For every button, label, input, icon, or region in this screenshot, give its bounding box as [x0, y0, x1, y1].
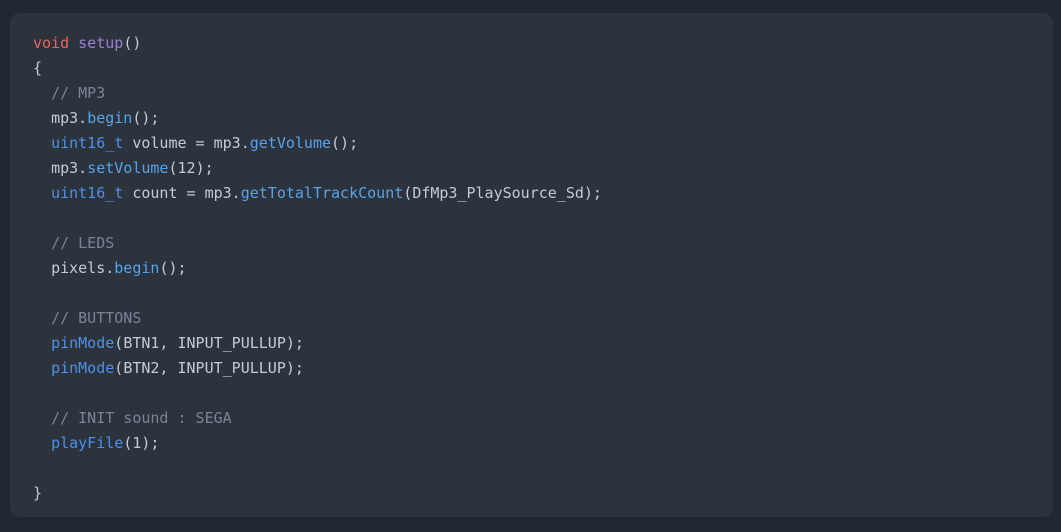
code-token-comment: // LEDS: [51, 234, 115, 252]
code-token-plain: volume = mp3.: [123, 134, 250, 152]
code-token-method: setVolume: [87, 159, 169, 177]
code-token-punct: (: [123, 434, 133, 452]
code-token-punct: (: [403, 184, 413, 202]
code-line: }: [10, 481, 1053, 506]
code-token-punct: );: [285, 359, 304, 377]
code-line: pinMode(BTN2, INPUT_PULLUP);: [10, 356, 1053, 381]
code-token-type: uint16_t: [51, 184, 124, 202]
code-line: mp3.begin();: [10, 106, 1053, 131]
code-token-plain: BTN1, INPUT_PULLUP: [123, 334, 286, 352]
code-token-plain: mp3.: [51, 109, 88, 127]
code-token-plain: mp3.: [51, 159, 88, 177]
code-token-punct: );: [195, 159, 214, 177]
code-token-punct: (: [114, 334, 124, 352]
code-token-method: begin: [87, 109, 133, 127]
code-line: // LEDS: [10, 231, 1053, 256]
code-line: pinMode(BTN1, INPUT_PULLUP);: [10, 331, 1053, 356]
code-token-punct: (): [123, 34, 142, 52]
code-token-plain: pixels.: [51, 259, 115, 277]
code-token-method: getVolume: [249, 134, 332, 152]
code-line: // BUTTONS: [10, 306, 1053, 331]
code-token-punct: ();: [331, 134, 359, 152]
code-token-punct: );: [583, 184, 602, 202]
code-line: // INIT sound : SEGA: [10, 406, 1053, 431]
code-line: mp3.setVolume(12);: [10, 156, 1053, 181]
code-token-plain: count = mp3.: [123, 184, 241, 202]
code-token-keyword: void: [33, 34, 70, 52]
code-token-punct: );: [285, 334, 304, 352]
code-token-type: uint16_t: [51, 134, 124, 152]
code-token-method: begin: [114, 259, 160, 277]
code-token-punct: (: [168, 159, 178, 177]
code-token-plain: BTN2, INPUT_PULLUP: [123, 359, 286, 377]
screenshot-root: void setup(){ // MP3 mp3.begin(); uint16…: [0, 0, 1061, 532]
code-token-punct: ();: [132, 109, 160, 127]
code-token-comment: // BUTTONS: [51, 309, 142, 327]
code-token-comment: // MP3: [51, 84, 106, 102]
code-line: {: [10, 56, 1053, 81]
code-token-plain: DfMp3_PlaySource_Sd: [412, 184, 584, 202]
code-line: playFile(1);: [10, 431, 1053, 456]
code-block[interactable]: void setup(){ // MP3 mp3.begin(); uint16…: [10, 31, 1053, 506]
code-panel[interactable]: void setup(){ // MP3 mp3.begin(); uint16…: [10, 13, 1053, 517]
code-token-num: 12: [177, 159, 196, 177]
code-line: // MP3: [10, 81, 1053, 106]
code-token-fn: pinMode: [51, 334, 115, 352]
code-token-fn: playFile: [51, 434, 124, 452]
code-token-method: getTotalTrackCount: [240, 184, 404, 202]
code-token-fndef: setup: [78, 34, 124, 52]
code-token-fn: pinMode: [51, 359, 115, 377]
code-line: uint16_t count = mp3.getTotalTrackCount(…: [10, 181, 1053, 206]
code-token-punct: );: [141, 434, 160, 452]
code-line: uint16_t volume = mp3.getVolume();: [10, 131, 1053, 156]
code-token-punct: ();: [159, 259, 187, 277]
code-token-punct: (: [114, 359, 124, 377]
code-line: void setup(): [10, 31, 1053, 56]
code-token-comment: // INIT sound : SEGA: [51, 409, 232, 427]
code-line: pixels.begin();: [10, 256, 1053, 281]
code-token-punct: }: [33, 484, 43, 502]
code-token-punct: {: [33, 59, 43, 77]
